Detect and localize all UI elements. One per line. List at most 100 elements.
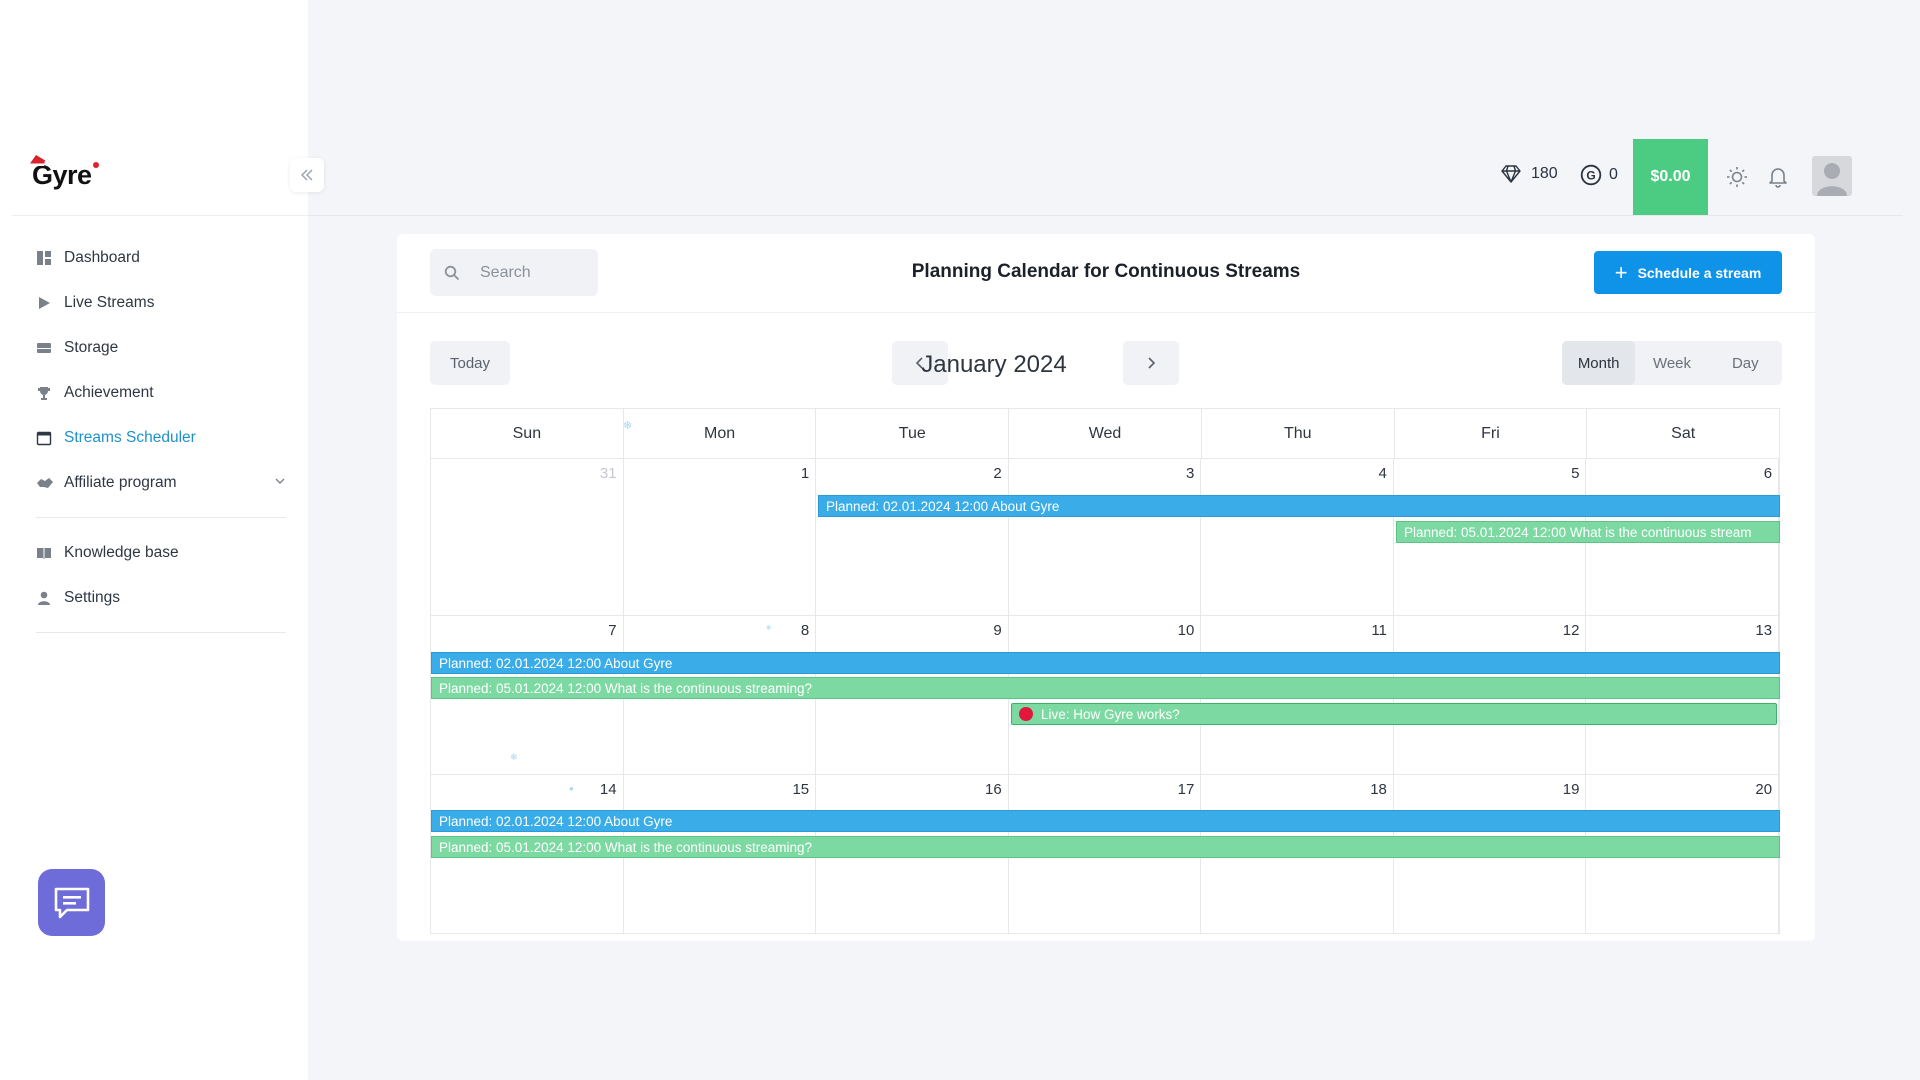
theme-toggle-button[interactable]	[1726, 166, 1748, 193]
notifications-button[interactable]	[1768, 166, 1788, 193]
event-bar[interactable]: Planned: 05.01.2024 12:00 What is the co…	[1396, 521, 1780, 543]
sidebar-item-achievement[interactable]: Achievement	[36, 370, 286, 415]
collapse-sidebar-button[interactable]	[290, 158, 324, 192]
day-number: 20	[1755, 781, 1773, 798]
logo-row: Gyre	[0, 140, 324, 216]
day-cell[interactable]: 4	[1201, 459, 1394, 615]
sidebar-item-knowledge-base[interactable]: Knowledge base	[36, 530, 286, 575]
day-cell[interactable]: 3	[1009, 459, 1202, 615]
day-number: 18	[1370, 781, 1387, 798]
month-grid: Sun Mon Tue Wed Thu Fri Sat 31 1 2 3 4 5…	[430, 408, 1780, 941]
divider	[12, 215, 308, 216]
bell-icon	[1769, 168, 1787, 188]
event-bar[interactable]: Planned: 02.01.2024 12:00 About Gyre	[431, 810, 1780, 832]
schedule-stream-button[interactable]: + Schedule a stream	[1594, 251, 1782, 294]
schedule-stream-label: Schedule a stream	[1637, 264, 1762, 281]
divider	[36, 632, 286, 633]
sidebar-item-streams-scheduler[interactable]: Streams Scheduler	[36, 415, 286, 460]
snowflake-icon: ❄	[510, 752, 518, 762]
sidebar-item-storage[interactable]: Storage	[36, 325, 286, 370]
svg-text:G: G	[1586, 169, 1595, 183]
sidebar-item-affiliate-program[interactable]: Affiliate program	[36, 460, 286, 505]
month-label: January 2024	[921, 351, 1067, 378]
day-number: 14	[599, 781, 617, 798]
today-button[interactable]: Today	[430, 341, 510, 385]
sidebar-item-settings[interactable]: Settings	[36, 575, 286, 620]
diamond-icon	[1501, 165, 1521, 183]
santa-hat-icon	[28, 155, 50, 166]
calendar-card: Search Planning Calendar for Continuous …	[397, 234, 1815, 941]
day-number: 2	[993, 465, 1002, 482]
day-cell[interactable]: 31	[431, 459, 624, 615]
day-number: 31	[599, 465, 617, 482]
sidebar-item-label: Affiliate program	[64, 473, 177, 491]
day-number: 6	[1763, 465, 1773, 482]
calendar-toolbar: Today January 2024 Month Week Day	[397, 341, 1815, 386]
day-number: 10	[1177, 622, 1195, 639]
handshake-icon	[36, 475, 64, 491]
logo[interactable]: Gyre	[28, 155, 99, 191]
header-actions: 180 G 0 $0.00	[1500, 139, 1920, 215]
live-indicator-icon	[1019, 707, 1033, 721]
plus-icon: +	[1614, 259, 1628, 285]
weekday-label: Fri	[1395, 409, 1588, 458]
live-event-bar[interactable]: Live: How Gyre works?	[1011, 703, 1777, 725]
sidebar-item-dashboard[interactable]: Dashboard	[36, 235, 286, 280]
storage-icon	[36, 340, 64, 356]
weekday-label: Wed	[1009, 409, 1202, 458]
view-day-button[interactable]: Day	[1709, 341, 1782, 385]
snowflake-icon: ❄	[766, 625, 772, 632]
header-divider	[308, 215, 1903, 216]
sidebar-item-label: Dashboard	[64, 248, 140, 266]
week-row: 7 8 9 10 11 12 13 Planned: 02.01.2024 12…	[430, 616, 1780, 775]
day-number: 7	[608, 622, 617, 639]
sidebar-item-label: Settings	[64, 588, 121, 606]
view-week-button[interactable]: Week	[1635, 341, 1708, 385]
sidebar-nav: Dashboard Live Streams Storage Achieveme…	[36, 235, 286, 645]
trophy-icon	[36, 385, 64, 401]
sidebar-item-label: Knowledge base	[64, 543, 179, 561]
snowflake-icon: ❄	[623, 420, 633, 432]
day-number: 5	[1571, 465, 1580, 482]
event-bar[interactable]: Planned: 02.01.2024 12:00 About Gyre	[431, 652, 1780, 674]
next-month-button[interactable]	[1123, 341, 1179, 385]
weekday-header: Sun Mon Tue Wed Thu Fri Sat	[430, 408, 1780, 459]
divider	[36, 517, 286, 518]
event-bar[interactable]: Planned: 05.01.2024 12:00 What is the co…	[431, 836, 1780, 858]
day-number: 15	[792, 781, 810, 798]
day-number: 4	[1378, 465, 1387, 482]
day-cell[interactable]: 2	[816, 459, 1009, 615]
sidebar-item-label: Live Streams	[64, 293, 155, 311]
weekday-label: Thu	[1202, 409, 1395, 458]
coins-stat: G 0	[1580, 164, 1618, 186]
sidebar: Gyre Dashboard Live Streams Storage Achi…	[0, 0, 324, 1080]
day-number: 11	[1371, 622, 1387, 639]
day-cell[interactable]: 1	[624, 459, 817, 615]
week-row: 14 15 16 17 18 19 20 Planned: 02.01.2024…	[430, 775, 1780, 934]
diamonds-count: 180	[1531, 165, 1558, 182]
day-number: 9	[993, 622, 1002, 639]
dashboard-icon	[36, 250, 64, 266]
sidebar-item-label: Storage	[64, 338, 119, 356]
chat-support-button[interactable]	[38, 869, 105, 936]
day-number: 16	[985, 781, 1002, 798]
diamonds-stat: 180	[1500, 164, 1558, 184]
event-bar[interactable]: Planned: 05.01.2024 12:00 What is the co…	[431, 677, 1780, 699]
calendar-icon	[36, 430, 64, 446]
event-bar[interactable]: Planned: 02.01.2024 12:00 About Gyre	[818, 495, 1780, 517]
sidebar-item-label: Achievement	[64, 383, 154, 401]
avatar[interactable]	[1812, 156, 1852, 196]
sidebar-item-live-streams[interactable]: Live Streams	[36, 280, 286, 325]
coin-g-icon: G	[1580, 164, 1602, 186]
view-month-button[interactable]: Month	[1562, 341, 1636, 385]
day-number: 3	[1185, 465, 1195, 482]
day-number: 8	[800, 622, 810, 639]
balance-button[interactable]: $0.00	[1633, 139, 1708, 215]
weekday-label: Tue	[816, 409, 1010, 458]
weekday-label: Sun	[431, 409, 624, 458]
day-number: 13	[1755, 622, 1773, 639]
user-avatar-icon	[1817, 163, 1847, 196]
coins-count: 0	[1609, 166, 1618, 183]
chevron-down-icon[interactable]	[274, 474, 286, 492]
day-number: 19	[1562, 781, 1580, 798]
